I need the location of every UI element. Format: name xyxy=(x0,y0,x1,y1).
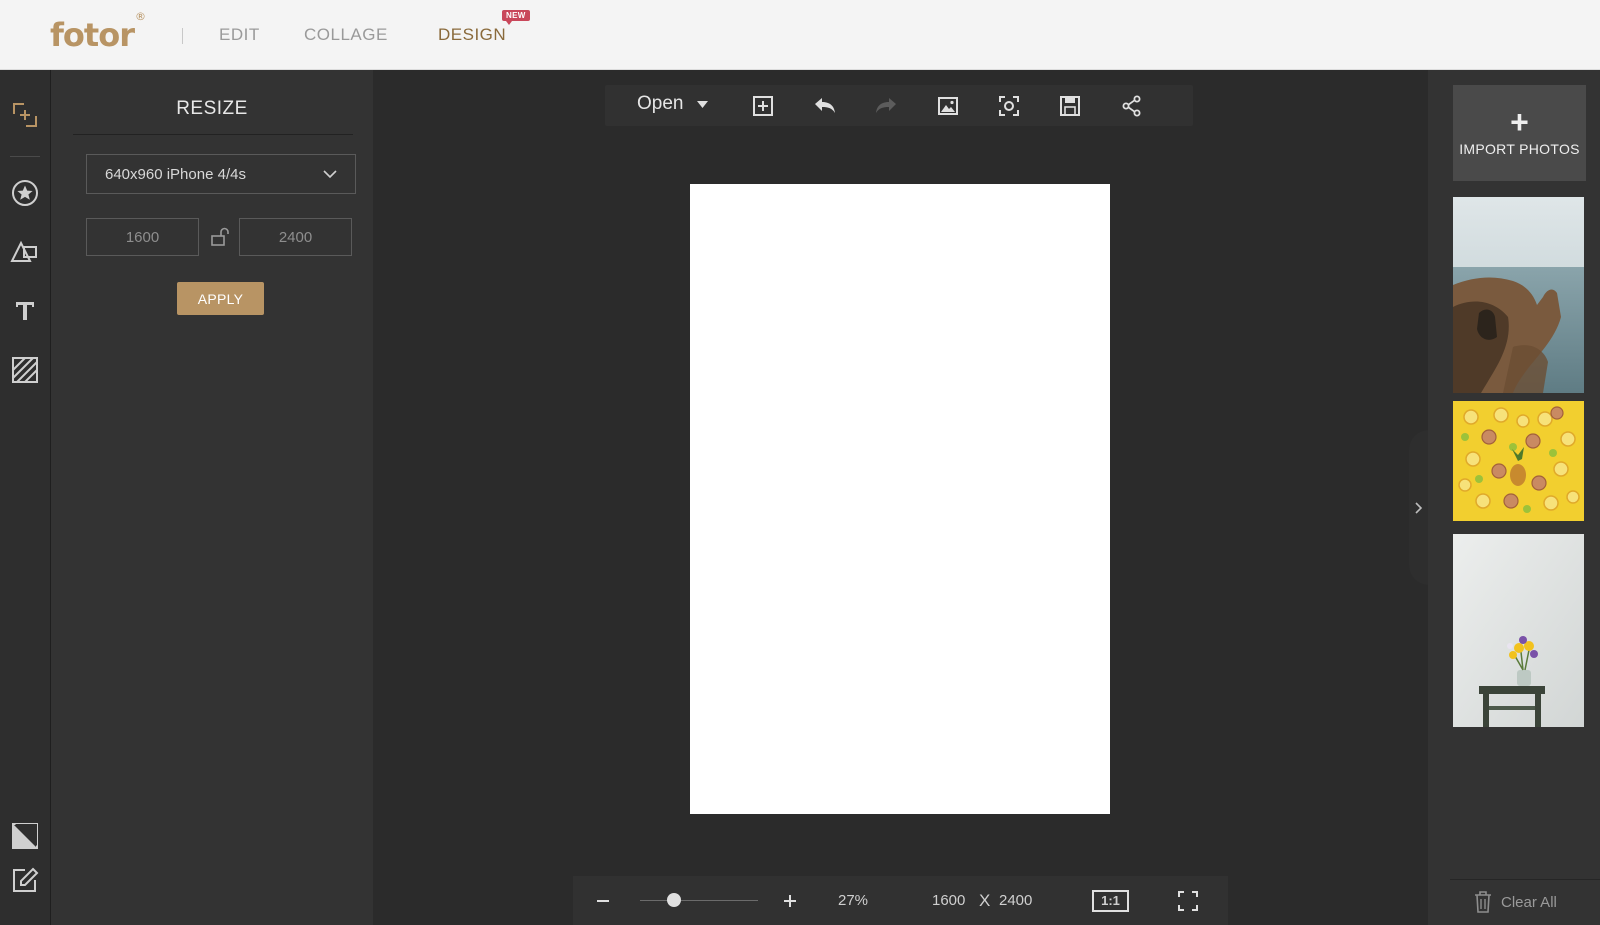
canvas-width-readout: 1600 xyxy=(932,892,966,909)
open-button[interactable]: Open xyxy=(637,93,709,115)
coastal-cliff-photo[interactable] xyxy=(1453,197,1584,393)
screenshot-icon[interactable] xyxy=(996,93,1022,119)
canvas-height-readout: 2400 xyxy=(999,892,1033,909)
height-input[interactable] xyxy=(239,218,352,256)
resize-panel: RESIZE 640x960 iPhone 4/4s APPLY xyxy=(51,70,373,925)
chevron-right-icon xyxy=(1415,501,1423,514)
import-photos-button[interactable]: + IMPORT PHOTOS xyxy=(1453,85,1586,181)
collapse-panel-toggle[interactable] xyxy=(1409,430,1429,585)
trash-icon xyxy=(1475,891,1491,913)
background-icon[interactable] xyxy=(10,821,40,851)
chevron-down-icon xyxy=(323,170,337,179)
zoom-slider-track[interactable] xyxy=(640,900,758,901)
zoom-percent: 27% xyxy=(838,892,869,909)
star-icon[interactable] xyxy=(10,178,40,208)
top-divider xyxy=(182,28,183,44)
clear-all-label: Clear All xyxy=(1501,893,1557,911)
tab-design[interactable]: DESIGN xyxy=(438,25,506,45)
top-toolbar: Open xyxy=(605,85,1193,126)
zoom-bar: 27% 1600 X 2400 1:1 xyxy=(573,876,1228,925)
preset-value: 640x960 iPhone 4/4s xyxy=(105,165,246,183)
apply-button[interactable]: APPLY xyxy=(177,282,264,315)
actual-size-label: 1:1 xyxy=(1092,889,1129,912)
left-tool-rail xyxy=(0,70,51,925)
workspace: Open 27% 1600 X 2400 1:1 xyxy=(373,70,1428,925)
tab-edit[interactable]: EDIT xyxy=(219,25,260,45)
aspect-lock-icon[interactable] xyxy=(209,226,231,248)
image-icon[interactable] xyxy=(935,93,961,119)
edit-icon[interactable] xyxy=(10,865,40,895)
dimension-times: X xyxy=(979,890,991,910)
flower-vase-stool-photo[interactable] xyxy=(1453,534,1584,727)
zoom-slider-handle[interactable] xyxy=(667,893,681,907)
redo-icon[interactable] xyxy=(873,93,899,119)
panel-divider xyxy=(73,134,353,135)
citrus-pineapple-photo[interactable] xyxy=(1453,401,1584,521)
new-badge: NEW xyxy=(502,10,530,25)
zoom-in-icon[interactable] xyxy=(782,876,798,925)
add-layer-icon[interactable] xyxy=(750,93,776,119)
open-label: Open xyxy=(637,93,684,114)
width-input[interactable] xyxy=(86,218,199,256)
save-icon[interactable] xyxy=(1057,93,1083,119)
panel-divider xyxy=(1450,879,1600,880)
design-canvas[interactable] xyxy=(690,184,1110,814)
plus-icon: + xyxy=(1510,104,1529,140)
fullscreen-icon[interactable] xyxy=(1177,876,1199,925)
import-photos-label: IMPORT PHOTOS xyxy=(1459,141,1580,157)
photo-panel: + IMPORT PHOTOS Clear All xyxy=(1428,70,1600,925)
share-icon[interactable] xyxy=(1119,93,1145,119)
caret-down-icon xyxy=(697,100,709,108)
rail-separator xyxy=(10,156,40,157)
crop-add-icon[interactable] xyxy=(10,100,40,130)
zoom-out-icon[interactable] xyxy=(595,876,611,925)
actual-size-button[interactable]: 1:1 xyxy=(1092,876,1129,925)
undo-icon[interactable] xyxy=(812,93,838,119)
panel-title: RESIZE xyxy=(176,98,248,119)
top-bar: fotor® EDIT COLLAGE DESIGN NEW xyxy=(0,0,1600,70)
shapes-icon[interactable] xyxy=(10,237,40,267)
clear-all-button[interactable]: Clear All xyxy=(1473,890,1557,914)
size-preset-dropdown[interactable]: 640x960 iPhone 4/4s xyxy=(86,154,356,194)
texture-icon[interactable] xyxy=(10,355,40,385)
text-icon[interactable] xyxy=(10,296,40,326)
fotor-logo[interactable]: fotor® xyxy=(50,10,146,54)
tab-collage[interactable]: COLLAGE xyxy=(304,25,388,45)
